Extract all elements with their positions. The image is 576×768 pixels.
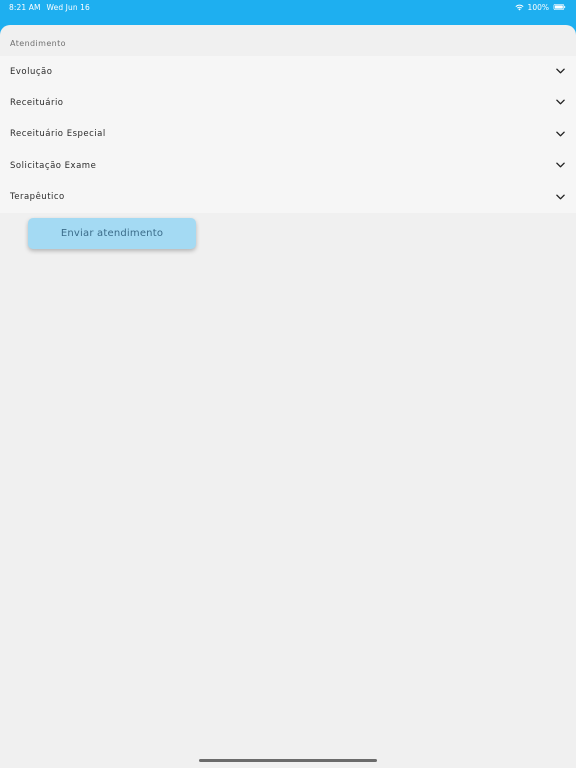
accordion-item-receituario-especial[interactable]: Receituário Especial <box>0 119 576 150</box>
accordion-item-solicitacao-exame[interactable]: Solicitação Exame <box>0 150 576 181</box>
chevron-down-icon <box>556 162 565 168</box>
battery-icon <box>553 4 566 10</box>
status-time: 8:21 AM Wed Jun 16 <box>9 3 90 12</box>
chevron-down-icon <box>556 99 565 105</box>
status-date: Wed Jun 16 <box>46 3 90 12</box>
accordion-item-receituario[interactable]: Receituário <box>0 87 576 118</box>
attendance-sheet: Atendimento Evolução Receituário Receitu… <box>0 25 576 768</box>
chevron-down-icon <box>556 68 565 74</box>
send-attendance-button[interactable]: Enviar atendimento <box>28 218 196 249</box>
status-time-text: 8:21 AM <box>9 3 41 12</box>
accordion-list: Evolução Receituário Receituário Especia… <box>0 56 576 213</box>
home-indicator <box>199 759 377 762</box>
chevron-down-icon <box>556 194 565 200</box>
accordion-item-evolucao[interactable]: Evolução <box>0 56 576 87</box>
wifi-icon <box>514 4 524 10</box>
section-header: Atendimento <box>10 39 66 48</box>
send-attendance-label: Enviar atendimento <box>60 228 164 239</box>
accordion-item-terapeutico[interactable]: Terapêutico <box>0 182 576 213</box>
accordion-item-label: Terapêutico <box>10 192 65 203</box>
chevron-down-icon <box>556 131 565 137</box>
accordion-item-label: Receituário <box>10 98 64 109</box>
battery-percentage: 100% <box>527 2 549 12</box>
status-indicators: 100% <box>514 2 566 12</box>
accordion-item-label: Solicitação Exame <box>10 160 97 171</box>
accordion-item-label: Receituário Especial <box>10 129 106 140</box>
accordion-item-label: Evolução <box>10 66 53 77</box>
